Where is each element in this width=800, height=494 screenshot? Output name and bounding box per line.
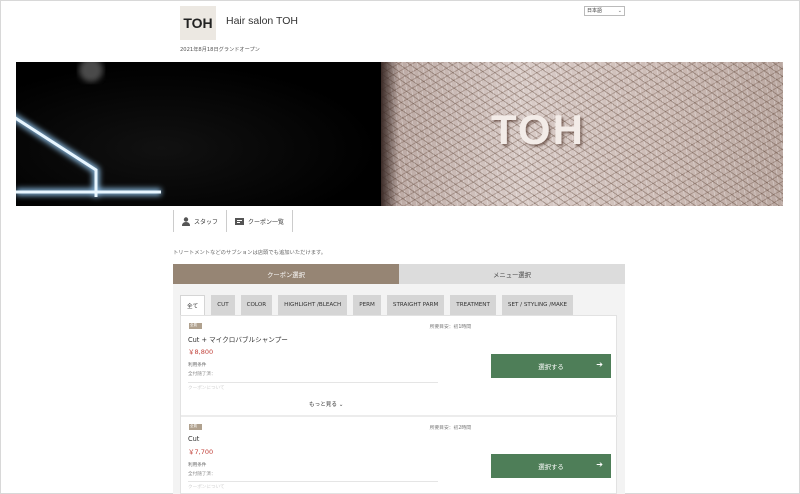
category-tab-set-styling[interactable]: SET / STYLING /MAKE	[501, 295, 574, 315]
select-button-label: 選択する	[538, 362, 564, 371]
coupon-badge-label: 全員	[190, 323, 197, 327]
tab-coupon-select[interactable]: クーポン選択	[173, 264, 399, 288]
select-button-label: 選択する	[538, 462, 564, 471]
salon-logo[interactable]: TOH	[180, 6, 216, 40]
coupon-price: ￥8,800	[188, 348, 214, 356]
coupon-condition-value: 全付随了済：	[188, 472, 216, 477]
coupon-badge-label: 全員	[190, 424, 197, 428]
arrow-right-icon: ➔	[596, 460, 603, 469]
chevron-down-icon: ⌄	[617, 8, 622, 14]
coupon-condition-value: 全付随了済：	[188, 372, 216, 377]
subnav-staff-label: スタッフ	[194, 218, 219, 226]
coupon-faded-text: クーポンについて	[188, 485, 225, 490]
hero-logo-text: TOH	[491, 106, 585, 153]
coupon-badge: 全員	[189, 424, 202, 430]
coupon-condition-label: 利用条件	[188, 463, 207, 468]
hero-image: TOH	[16, 62, 783, 206]
coupon-badge: 全員	[189, 323, 202, 329]
coupon-separator	[188, 382, 438, 383]
salon-name: Hair salon TOH	[226, 15, 298, 27]
subnav-coupons[interactable]: クーポン一覧	[226, 210, 294, 232]
hero-left-dark	[16, 62, 381, 206]
select-coupon-button[interactable]: 選択する ➔	[491, 454, 611, 478]
category-tab-cut[interactable]: CUT	[211, 295, 235, 315]
category-tab-perm[interactable]: PERM	[353, 295, 381, 315]
show-more-label: もっと見る	[309, 402, 337, 408]
subnav-coupons-label: クーポン一覧	[248, 218, 285, 226]
person-icon	[182, 216, 190, 226]
category-tab-color[interactable]: COLOR	[240, 295, 273, 315]
coupon-item: 全員 所要目安：初2時間 Cut ￥7,700 利用条件 全付随了済： クーポン…	[181, 417, 618, 494]
show-more-link[interactable]: もっと見る ⌄	[309, 400, 343, 408]
category-tab-straight[interactable]: STRAIGHT PARM	[386, 295, 445, 315]
option-note: トリートメントなどのサブションは店頭でも追加いただけます。	[173, 250, 327, 256]
coupon-visit-note: 所要目安：初1時間	[429, 325, 471, 330]
sub-navigation: スタッフ クーポン一覧	[173, 210, 294, 232]
coupon-faded-text: クーポンについて	[188, 386, 225, 391]
coupon-list: 全員 所要目安：初1時間 Cut + マイクロバブルシャンプー ￥8,800 利…	[180, 315, 618, 494]
tab-menu-select[interactable]: メニュー選択	[399, 264, 625, 284]
category-tab-all[interactable]: 全て	[180, 295, 206, 315]
selection-tabs: クーポン選択 メニュー選択	[173, 264, 625, 288]
arrow-right-icon: ➔	[596, 360, 603, 369]
subnav-staff[interactable]: スタッフ	[173, 210, 226, 232]
category-tab-highlight[interactable]: HIGHLIGHT /BLEACH	[278, 295, 348, 315]
coupon-item: 全員 所要目安：初1時間 Cut + マイクロバブルシャンプー ￥8,800 利…	[181, 316, 618, 416]
coupon-visit-note: 所要目安：初2時間	[429, 426, 471, 431]
coupon-condition-label: 利用条件	[188, 363, 207, 368]
language-select-value: 日本語	[587, 8, 603, 14]
chevron-down-icon: ⌄	[338, 402, 344, 408]
coupon-icon	[235, 217, 245, 225]
opening-note: 2021年8月18日グランドオープン	[180, 47, 260, 53]
coupon-title: Cut	[188, 435, 200, 443]
language-select[interactable]: 日本語 ⌄	[584, 6, 625, 16]
coupon-separator	[188, 481, 438, 482]
category-tabs: 全て CUT COLOR HIGHLIGHT /BLEACH PERM STRA…	[180, 295, 574, 315]
category-tab-treatment[interactable]: TREATMENT	[450, 295, 496, 315]
select-coupon-button[interactable]: 選択する ➔	[491, 354, 611, 378]
coupon-price: ￥7,700	[188, 448, 214, 456]
coupon-title: Cut + マイクロバブルシャンプー	[188, 336, 288, 344]
neon-light-graphic	[16, 62, 161, 197]
